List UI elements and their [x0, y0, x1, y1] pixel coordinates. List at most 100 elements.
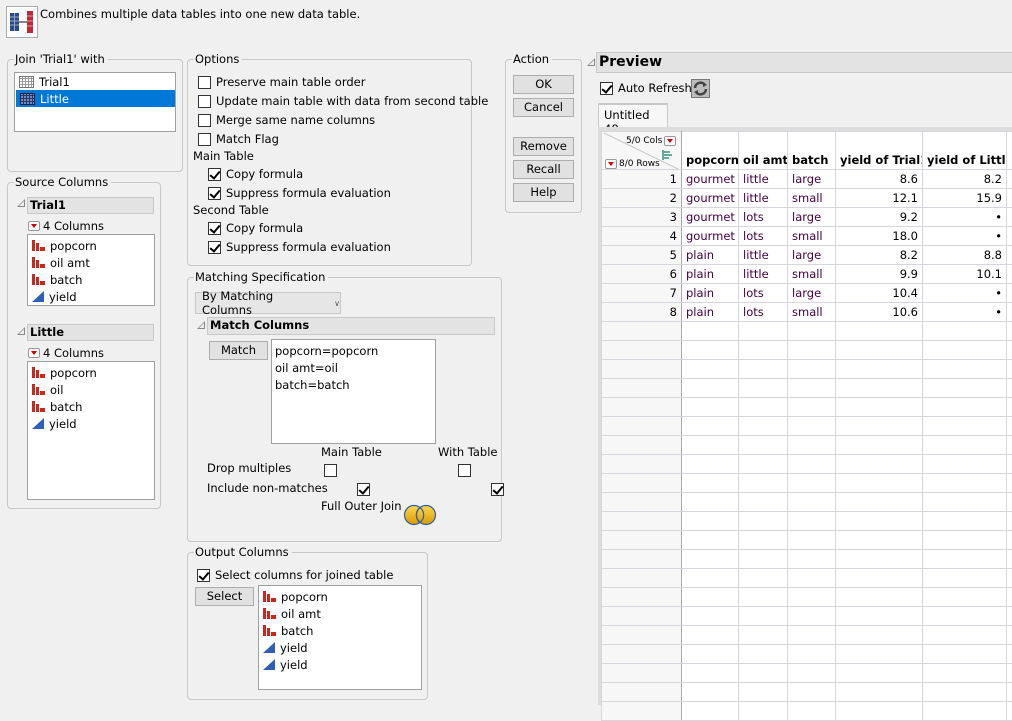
table-cell[interactable]	[682, 341, 739, 360]
row-number[interactable]	[602, 398, 682, 417]
table-row[interactable]: 7plainlotslarge10.4•	[602, 284, 1012, 303]
checkbox[interactable]	[198, 114, 211, 127]
table-cell[interactable]	[682, 664, 739, 683]
table-cell[interactable]	[788, 607, 836, 626]
empty-row[interactable]	[602, 341, 1012, 360]
column-item[interactable]: yield	[28, 415, 154, 432]
empty-cell[interactable]	[1007, 398, 1012, 417]
table-row[interactable]: 5plainlittlelarge8.28.8	[602, 246, 1012, 265]
table-cell[interactable]	[836, 531, 923, 550]
table-cell[interactable]: lots	[739, 208, 788, 227]
preview-table[interactable]: popcornoil amtbatchyield of Trial1yield …	[601, 131, 1012, 721]
table-cell[interactable]	[682, 455, 739, 474]
table-cell[interactable]: 10.1	[923, 265, 1007, 284]
table-row[interactable]: 1gourmetlittlelarge8.68.2	[602, 170, 1012, 189]
table-cell[interactable]: 8.6	[836, 170, 923, 189]
checkbox[interactable]	[208, 222, 221, 235]
empty-row[interactable]	[602, 379, 1012, 398]
empty-cell[interactable]	[1007, 360, 1012, 379]
table-cell[interactable]	[923, 588, 1007, 607]
table-cell[interactable]	[788, 379, 836, 398]
row-number[interactable]: 8	[602, 303, 682, 322]
table-cell[interactable]: plain	[682, 265, 739, 284]
match-pairs-list[interactable]: popcorn=popcorn oil amt=oil batch=batch	[271, 339, 436, 444]
disclosure-triangle-icon[interactable]	[197, 321, 205, 329]
empty-cell[interactable]	[1007, 493, 1012, 512]
table-cell[interactable]	[923, 436, 1007, 455]
column-item[interactable]: popcorn	[28, 237, 154, 254]
table-cell[interactable]	[682, 493, 739, 512]
column-item[interactable]: batch	[259, 622, 421, 639]
table-cell[interactable]	[739, 588, 788, 607]
empty-cell[interactable]	[1007, 379, 1012, 398]
table-cell[interactable]	[836, 645, 923, 664]
empty-cell[interactable]	[1007, 436, 1012, 455]
column-item[interactable]: oil amt	[259, 605, 421, 622]
table-cell[interactable]	[923, 702, 1007, 721]
empty-row[interactable]	[602, 569, 1012, 588]
table-cell[interactable]: large	[788, 246, 836, 265]
table-cell[interactable]: small	[788, 303, 836, 322]
table-cell[interactable]	[923, 417, 1007, 436]
row-number[interactable]	[602, 683, 682, 702]
table-cell[interactable]	[682, 398, 739, 417]
table-cell[interactable]	[923, 360, 1007, 379]
table-row[interactable]: 3gourmetlotslarge9.2•	[602, 208, 1012, 227]
table-cell[interactable]	[739, 341, 788, 360]
table-cell[interactable]	[788, 398, 836, 417]
table-cell[interactable]	[923, 626, 1007, 645]
table-cell[interactable]	[788, 322, 836, 341]
checkbox[interactable]	[198, 95, 211, 108]
table-cell[interactable]	[682, 645, 739, 664]
checkbox[interactable]	[198, 76, 211, 89]
table-cell[interactable]	[788, 436, 836, 455]
table-cell[interactable]	[682, 379, 739, 398]
empty-cell[interactable]	[1007, 702, 1012, 721]
row-number[interactable]	[602, 474, 682, 493]
empty-cell[interactable]	[1007, 531, 1012, 550]
table-cell[interactable]: gourmet	[682, 208, 739, 227]
disclosure-triangle-icon[interactable]	[17, 327, 25, 335]
row-number[interactable]	[602, 379, 682, 398]
empty-row[interactable]	[602, 474, 1012, 493]
column-header[interactable]: yield of Trial1	[836, 132, 923, 170]
table-cell[interactable]: gourmet	[682, 189, 739, 208]
table-cell[interactable]	[923, 493, 1007, 512]
table-cell[interactable]	[739, 398, 788, 417]
little-section-header[interactable]: Little	[27, 324, 154, 341]
table-cell[interactable]	[682, 569, 739, 588]
table-cell[interactable]: large	[788, 208, 836, 227]
ok-button[interactable]: OK	[513, 75, 574, 94]
row-number[interactable]: 6	[602, 265, 682, 284]
row-number[interactable]	[602, 626, 682, 645]
table-cell[interactable]	[836, 417, 923, 436]
row-number[interactable]	[602, 455, 682, 474]
drop-multiples-main-checkbox[interactable]	[324, 464, 337, 477]
table-cell[interactable]: 8.2	[923, 170, 1007, 189]
empty-row[interactable]	[602, 436, 1012, 455]
table-cell[interactable]	[739, 455, 788, 474]
table-cell[interactable]: lots	[739, 227, 788, 246]
table-cell[interactable]: 15.9	[923, 189, 1007, 208]
table-cell[interactable]	[923, 322, 1007, 341]
column-item[interactable]: popcorn	[28, 364, 154, 381]
empty-row[interactable]	[602, 417, 1012, 436]
table-cell[interactable]	[836, 626, 923, 645]
empty-cell[interactable]	[1007, 341, 1012, 360]
row-number[interactable]: 1	[602, 170, 682, 189]
checkbox[interactable]	[197, 569, 210, 582]
table-cell[interactable]	[923, 379, 1007, 398]
preview-tab[interactable]: Untitled 48	[598, 103, 668, 127]
checkbox[interactable]	[208, 187, 221, 200]
table-cell[interactable]	[923, 664, 1007, 683]
empty-row[interactable]	[602, 360, 1012, 379]
table-cell[interactable]: small	[788, 265, 836, 284]
disclosure-triangle-icon[interactable]	[587, 58, 595, 66]
table-cell[interactable]	[739, 664, 788, 683]
table-cell[interactable]	[836, 664, 923, 683]
empty-cell[interactable]	[1007, 303, 1012, 322]
column-header[interactable]: popcorn	[682, 132, 739, 170]
empty-cell[interactable]	[1007, 189, 1012, 208]
empty-row[interactable]	[602, 683, 1012, 702]
table-cell[interactable]	[788, 360, 836, 379]
